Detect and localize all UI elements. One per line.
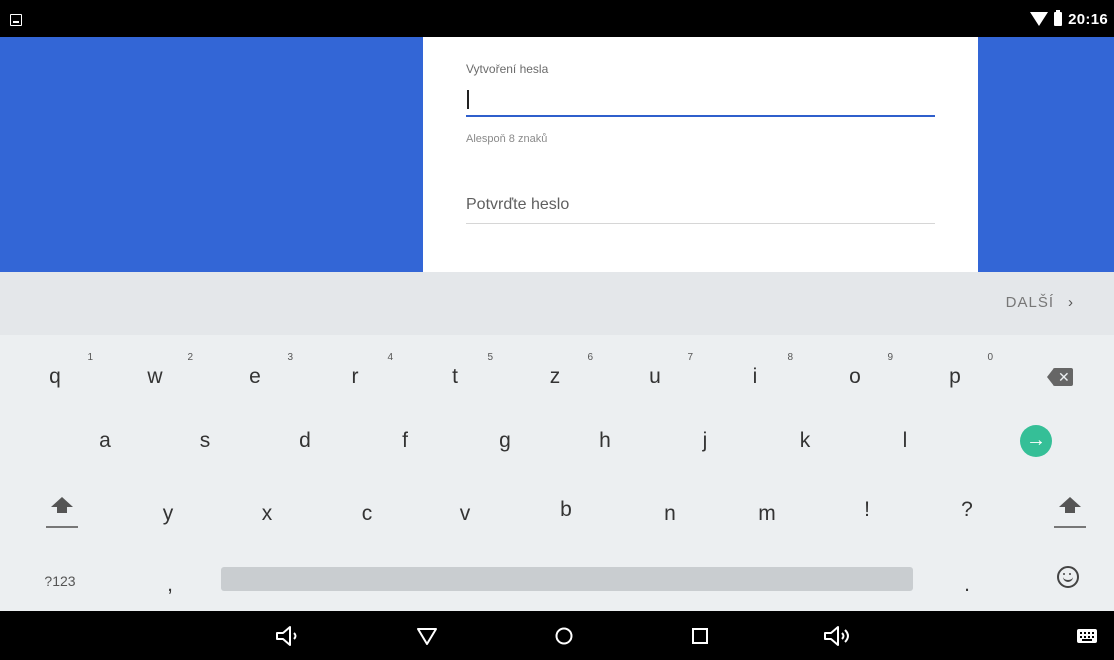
status-bar: 20:16 (0, 0, 1114, 37)
key-label: w (147, 364, 163, 388)
key-j[interactable]: j (655, 413, 755, 468)
key-hint: 5 (487, 352, 493, 363)
suggestion-bar: DALŠÍ › (0, 272, 1114, 335)
key-d[interactable]: d (255, 413, 355, 468)
key-u[interactable]: u7 (605, 349, 705, 404)
status-right-group: 20:16 (1030, 9, 1108, 29)
key-g[interactable]: g (455, 413, 555, 468)
navigation-bar (0, 611, 1114, 660)
password-hint: Alespoň 8 znaků (466, 133, 548, 145)
symbols-key[interactable]: ?123 (10, 553, 110, 608)
key-hint: 4 (387, 352, 393, 363)
shift-icon (46, 493, 78, 529)
key-c[interactable]: c (317, 486, 417, 541)
recents-icon (692, 627, 708, 644)
key-comma[interactable]: , (120, 557, 220, 612)
back-button[interactable] (405, 611, 449, 660)
key-label: r (351, 364, 359, 388)
volume-down-icon (276, 625, 297, 646)
key-f[interactable]: f (355, 413, 455, 468)
next-button[interactable]: DALŠÍ › (1006, 294, 1074, 311)
home-button[interactable] (542, 611, 586, 660)
key-hint: 8 (787, 352, 793, 363)
password-label: Vytvoření hesla (466, 62, 549, 76)
key-t[interactable]: t5 (405, 349, 505, 404)
space-bar[interactable] (221, 567, 913, 591)
chevron-right-icon: › (1068, 294, 1074, 311)
backspace-icon: ✕ (1047, 367, 1073, 386)
key-b[interactable]: b (516, 482, 616, 537)
shift-icon (1054, 493, 1086, 529)
volume-down-button[interactable] (266, 611, 310, 660)
back-icon (417, 627, 437, 645)
key-hint: 6 (587, 352, 593, 363)
key-hint: 2 (187, 352, 193, 363)
key-period[interactable]: . (917, 557, 1017, 612)
emoji-icon (1057, 565, 1079, 588)
volume-up-button[interactable] (816, 611, 860, 660)
key-o[interactable]: o9 (805, 349, 905, 404)
key-r[interactable]: r4 (305, 349, 405, 404)
key-label: t (452, 364, 458, 388)
key-hint: 7 (687, 352, 693, 363)
key-label: e (249, 364, 261, 388)
key-p[interactable]: p0 (905, 349, 1005, 404)
shift-key-right[interactable] (1020, 483, 1114, 538)
key-m[interactable]: m (717, 486, 817, 541)
battery-icon (1054, 10, 1063, 26)
key-k[interactable]: k (755, 413, 855, 468)
emoji-key[interactable] (1018, 549, 1114, 604)
key-label: q (49, 364, 61, 388)
wifi-icon (1030, 12, 1049, 26)
recents-button[interactable] (678, 611, 722, 660)
key-w[interactable]: w2 (105, 349, 205, 404)
key-label: o (849, 364, 861, 388)
confirm-password-input[interactable] (466, 187, 935, 224)
key-label: p (949, 364, 961, 388)
key-v[interactable]: v (415, 486, 515, 541)
key-label: u (649, 364, 661, 388)
key-hint: 1 (87, 352, 93, 363)
next-label: DALŠÍ (1005, 294, 1054, 311)
home-icon (555, 627, 573, 644)
key-exclamation[interactable]: ! (817, 482, 917, 537)
key-x[interactable]: x (217, 486, 317, 541)
key-h[interactable]: h (555, 413, 655, 468)
key-e[interactable]: e3 (205, 349, 305, 404)
key-hint: 3 (287, 352, 293, 363)
key-s[interactable]: s (155, 413, 255, 468)
keyboard-switch-button[interactable] (1065, 611, 1109, 660)
key-q[interactable]: q1 (5, 349, 105, 404)
arrow-right-circle-icon: → (1020, 424, 1052, 457)
shift-key-left[interactable] (12, 483, 112, 538)
key-a[interactable]: a (55, 413, 155, 468)
onscreen-keyboard: q1 w2 e3 r4 t5 z6 u7 i8 o9 p0 ✕ a s d f … (0, 335, 1114, 611)
keyboard-icon (1077, 628, 1097, 643)
password-card: Vytvoření hesla Alespoň 8 znaků (423, 37, 978, 272)
key-n[interactable]: n (620, 486, 720, 541)
key-y[interactable]: y (118, 486, 218, 541)
key-question[interactable]: ? (917, 482, 1017, 537)
image-notification-icon (10, 14, 22, 26)
backspace-key[interactable]: ✕ (1010, 349, 1110, 404)
app-background: Vytvoření hesla Alespoň 8 znaků (0, 37, 1114, 272)
volume-up-icon (824, 625, 849, 646)
status-time: 20:16 (1068, 10, 1108, 28)
key-hint: 9 (887, 352, 893, 363)
enter-key[interactable]: → (986, 413, 1086, 468)
password-input[interactable] (466, 85, 935, 117)
key-hint: 0 (987, 352, 993, 363)
key-l[interactable]: l (855, 413, 955, 468)
key-z[interactable]: z6 (505, 349, 605, 404)
key-i[interactable]: i8 (705, 349, 805, 404)
key-label: i (752, 364, 758, 388)
text-cursor (467, 90, 469, 109)
key-label: z (549, 364, 561, 388)
